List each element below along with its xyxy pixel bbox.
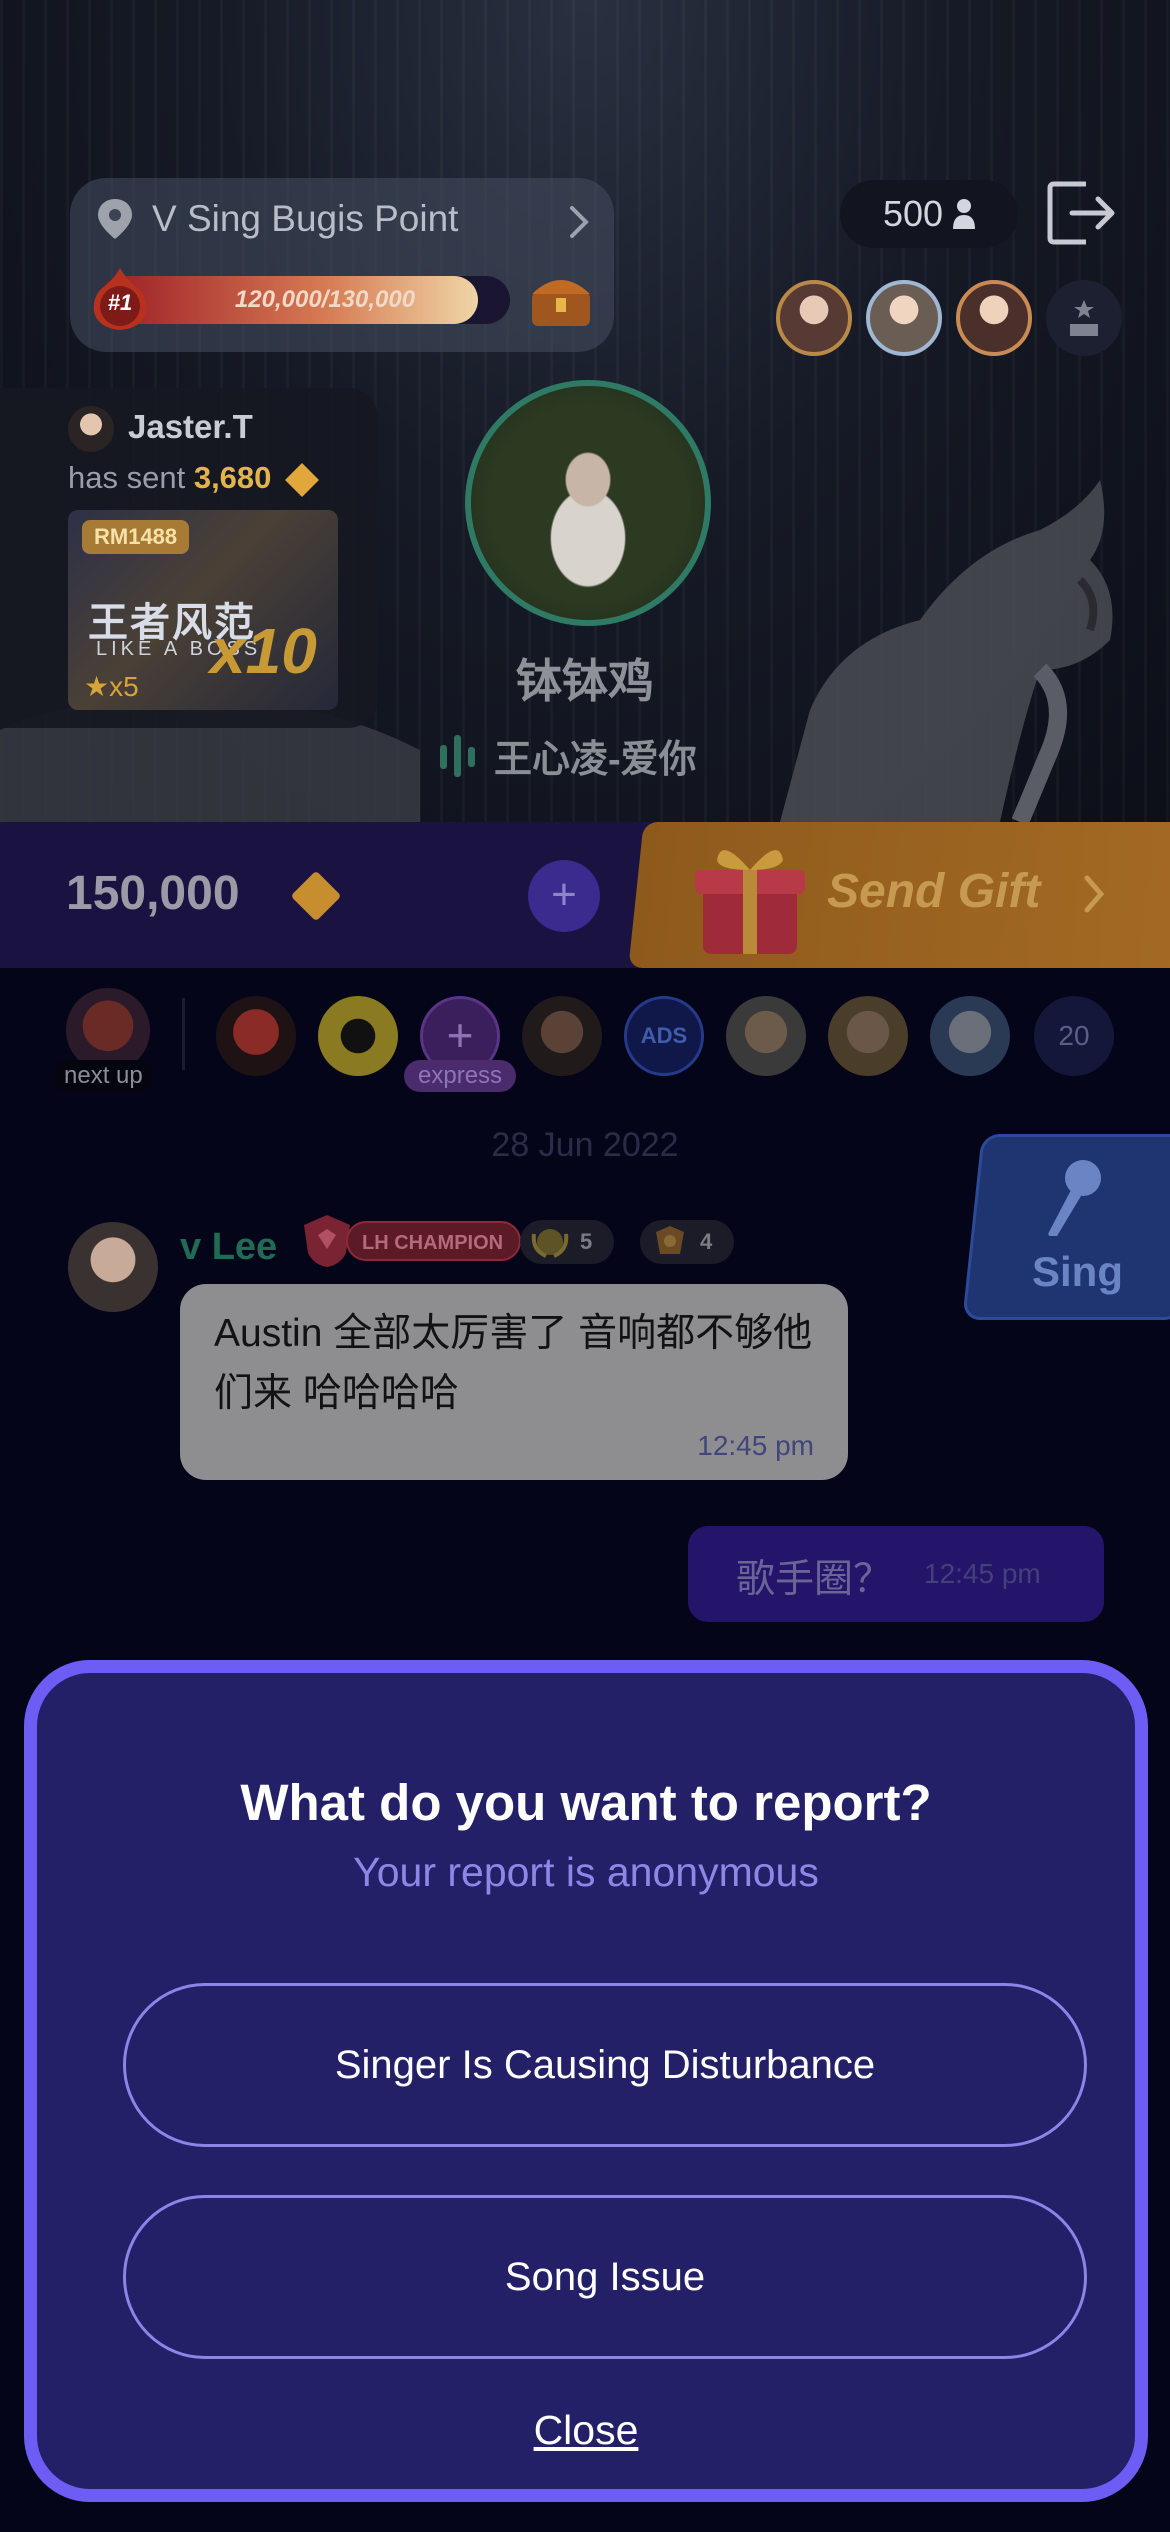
singer-name: 钵钵鸡 — [516, 655, 654, 707]
report-singer-disturbance-button[interactable]: Singer Is Causing Disturbance — [123, 1983, 1087, 2147]
queue-avatar[interactable] — [930, 996, 1010, 1076]
level-badge: 4 — [640, 1220, 735, 1264]
diamond-icon — [285, 462, 320, 497]
microphone-icon — [1048, 1160, 1101, 1236]
rank-badge: #1 — [92, 268, 148, 330]
champion-badge: LH CHAMPION — [300, 1215, 522, 1267]
podium-icon — [1070, 300, 1098, 336]
report-dialog-subtitle: Your report is anonymous — [353, 1849, 819, 1895]
sing-label: Sing — [1032, 1248, 1123, 1295]
champion-badge-label: LH CHAMPION — [346, 1221, 522, 1261]
stage-area: V Sing Bugis Point 120,000/130,000 #1 50… — [0, 0, 1170, 822]
queue-avatar[interactable] — [522, 996, 602, 1076]
top-fan-avatar[interactable] — [956, 280, 1032, 356]
singer-queue: next up + express ADS 20 — [0, 980, 1170, 1092]
top-fan-avatar[interactable] — [866, 280, 942, 356]
report-dialog-title: What do you want to report? — [240, 1774, 932, 1831]
express-label: express — [404, 1060, 517, 1092]
viewer-count-pill[interactable]: 500 — [840, 180, 1018, 248]
singer-avatar[interactable] — [465, 380, 711, 626]
equalizer-icon — [440, 734, 475, 777]
outgoing-message-bubble[interactable]: 歌手圈？ 12:45 pm — [688, 1526, 1104, 1622]
diamond-balance: 150,000 — [66, 867, 240, 920]
queue-count[interactable]: 20 — [1034, 996, 1114, 1076]
ads-avatar[interactable]: ADS — [624, 996, 704, 1076]
gift-bar: 150,000 + Send Gift — [0, 822, 1170, 968]
viewer-count: 500 — [882, 193, 944, 234]
rank-text: #1 — [107, 290, 133, 315]
level-number: 4 — [700, 1229, 713, 1254]
message-time: 12:45 pm — [697, 1430, 814, 1461]
now-playing: 王心凌-爱你 — [440, 728, 697, 783]
treasure-chest-icon[interactable] — [526, 268, 596, 330]
chevron-right-icon — [570, 206, 589, 238]
laurel-icon — [531, 1229, 569, 1258]
queue-divider — [182, 998, 185, 1070]
crown-badge-icon — [656, 1226, 684, 1254]
close-dialog-link[interactable]: Close — [37, 2407, 1135, 2454]
gift-sender-avatar — [68, 406, 114, 452]
message-sender-name[interactable]: v Lee — [180, 1226, 277, 1269]
incoming-message-bubble[interactable]: Austin 全部太厉害了 音响都不够他们来 哈哈哈哈 12:45 pm — [180, 1284, 848, 1480]
gift-amount: 3,680 — [193, 460, 272, 495]
top-fans-row — [776, 280, 1122, 356]
leaderboard-button[interactable] — [1046, 280, 1122, 356]
diamond-icon — [290, 870, 342, 922]
location-pin-icon — [98, 199, 132, 239]
queue-avatar[interactable] — [216, 996, 296, 1076]
gift-sent-label: has sent — [68, 460, 186, 495]
venue-name: V Sing Bugis Point — [152, 198, 459, 239]
queue-avatar[interactable] — [828, 996, 908, 1076]
venue-progress-bar: 120,000/130,000 — [100, 276, 510, 324]
report-dialog: What do you want to report? Your report … — [24, 1660, 1148, 2502]
message-sender-avatar[interactable] — [68, 1222, 158, 1312]
exit-room-icon[interactable] — [1046, 180, 1116, 246]
message-text: Austin 全部太厉害了 音响都不够他们来 哈哈哈哈 — [214, 1312, 813, 1415]
karaoke-room-screen: V Sing Bugis Point 120,000/130,000 #1 50… — [0, 0, 1170, 2532]
level-number: 5 — [580, 1229, 593, 1254]
queue-avatar[interactable] — [318, 996, 398, 1076]
gift-price-tag: RM1488 — [82, 520, 190, 554]
top-fan-avatar[interactable] — [776, 280, 852, 356]
send-gift-button[interactable]: Send Gift — [645, 822, 1170, 968]
report-song-issue-button[interactable]: Song Issue — [123, 2195, 1087, 2359]
venue-progress-text: 120,000/130,000 — [234, 286, 416, 313]
person-icon — [953, 199, 976, 229]
gift-sent-line: has sent 3,680 — [68, 460, 320, 497]
chevron-right-icon — [1084, 875, 1105, 913]
gift-box-icon — [695, 850, 805, 954]
gift-sender-name: Jaster.T — [128, 408, 253, 445]
message-time: 12:45 pm — [924, 1558, 1041, 1589]
song-title: 王心凌-爱你 — [494, 739, 697, 781]
send-gift-label: Send Gift — [827, 865, 1041, 918]
message-text: 歌手圈？ — [736, 1558, 893, 1601]
venue-card[interactable]: V Sing Bugis Point 120,000/130,000 #1 — [70, 178, 614, 352]
level-badge: 5 — [520, 1220, 615, 1264]
sing-button[interactable]: Sing — [985, 1134, 1170, 1320]
next-up-label: next up — [54, 1060, 153, 1092]
queue-avatar[interactable] — [726, 996, 806, 1076]
top-up-button[interactable]: + — [528, 860, 600, 932]
